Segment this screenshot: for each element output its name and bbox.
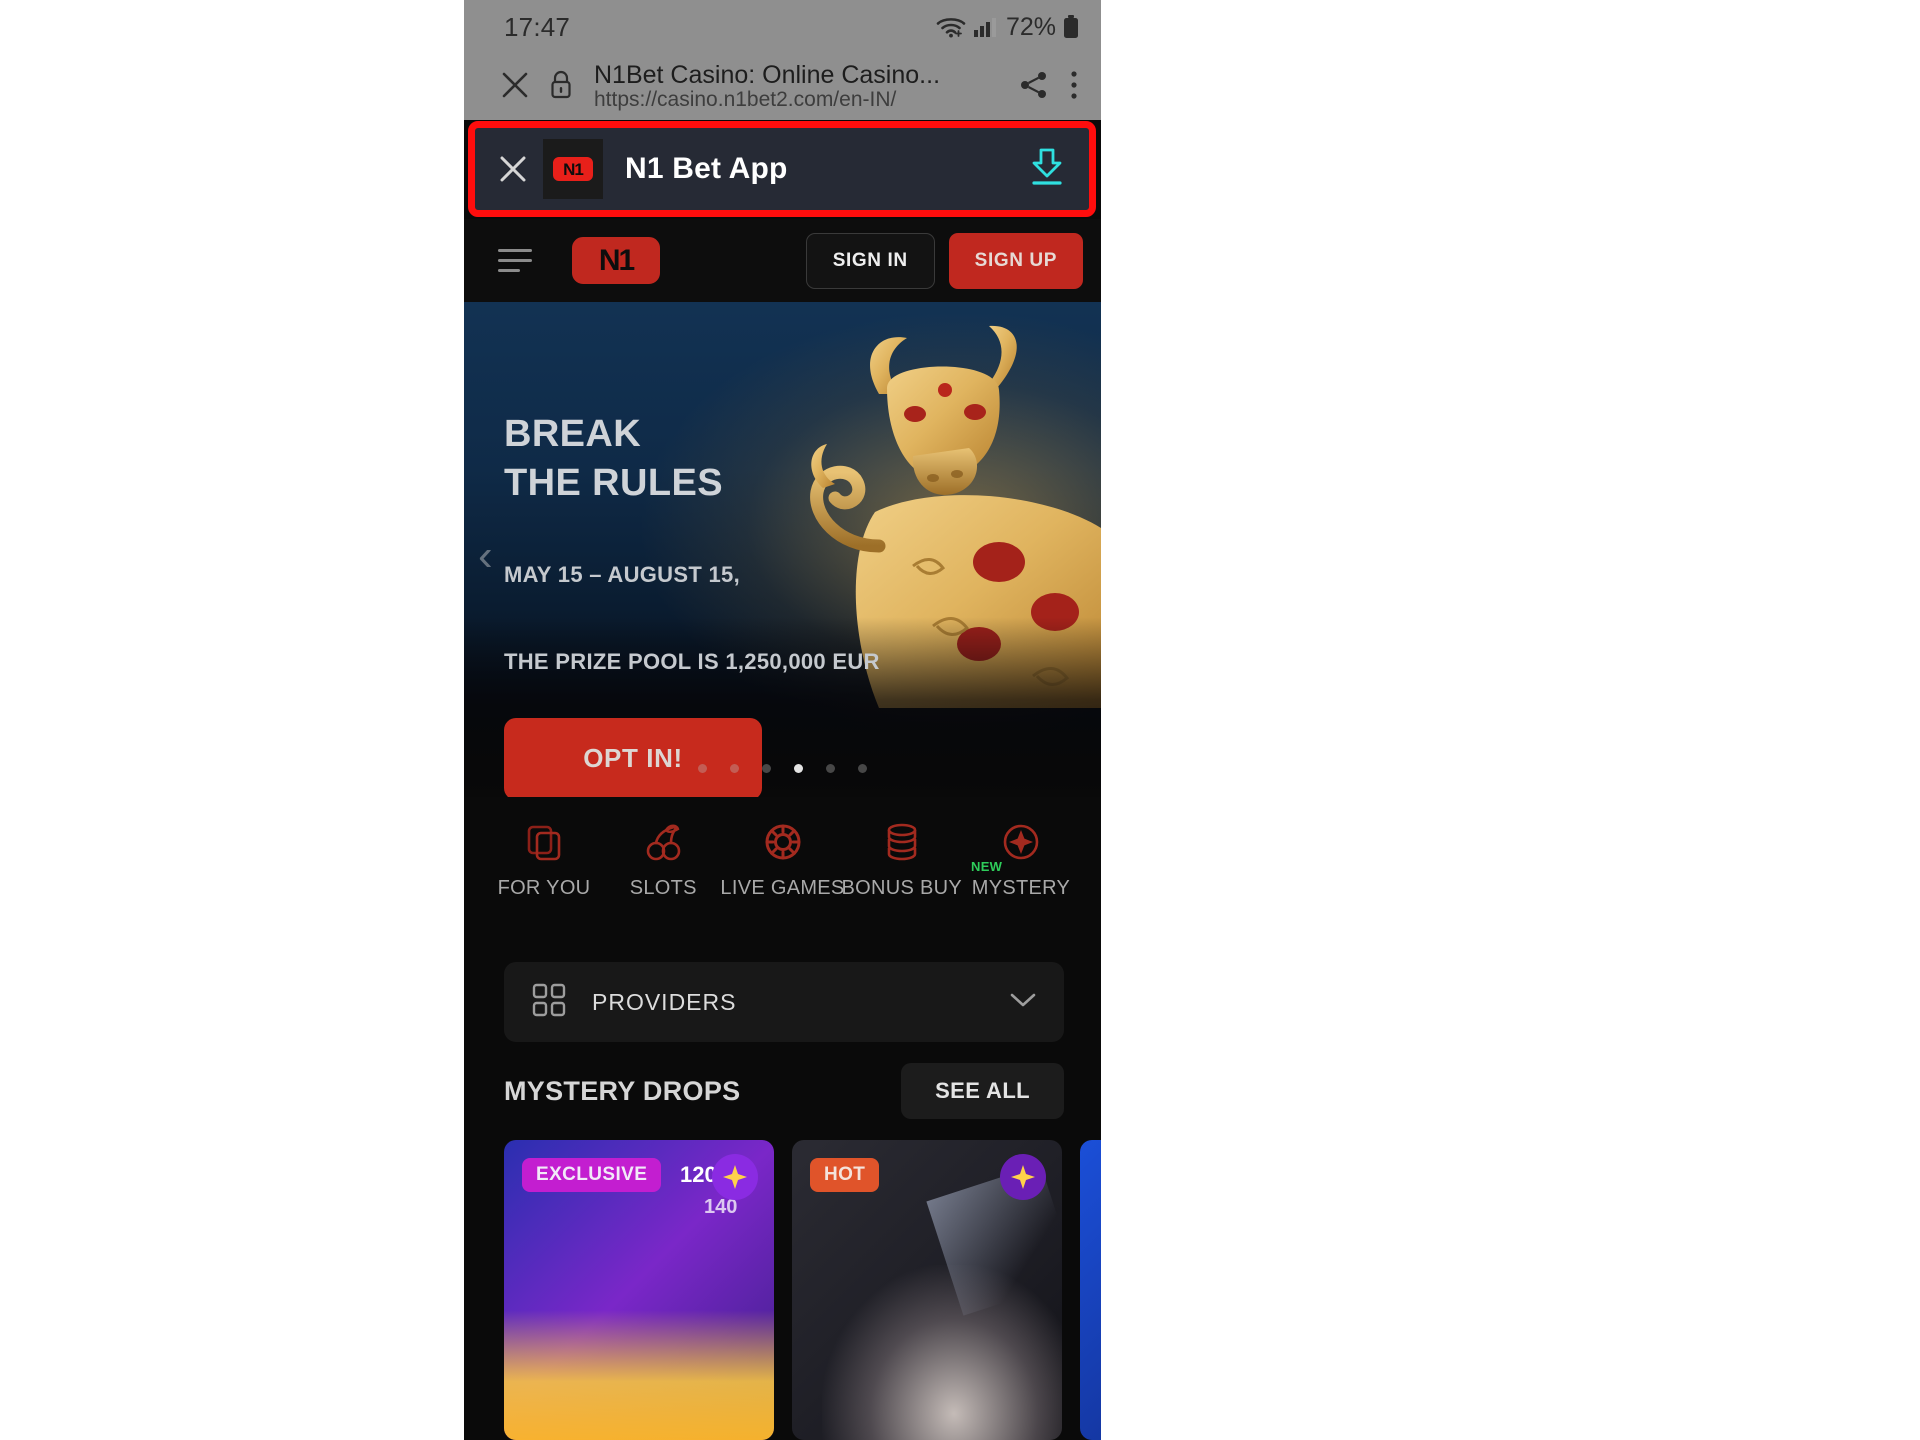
poker-chip-icon xyxy=(762,819,804,865)
screenshot-stage: 17:47 72% N1Bet Casino: Online Casino...… xyxy=(0,0,1920,1440)
sparkle-icon xyxy=(1000,819,1042,865)
hero-copy: BREAK THE RULES MAY 15 – AUGUST 15, THE … xyxy=(504,410,880,797)
app-banner-title: N1 Bet App xyxy=(625,152,788,185)
wifi-icon xyxy=(936,15,966,39)
browser-page-url: https://casino.n1bet2.com/en-IN/ xyxy=(594,88,897,112)
category-nav: FOR YOU SLOTS LIVE GAMES BONUS BUY NEW M… xyxy=(464,797,1101,925)
browser-chrome: 17:47 72% N1Bet Casino: Online Casino...… xyxy=(464,0,1101,120)
hero-heading-line1: BREAK xyxy=(504,413,642,455)
sign-up-button[interactable]: SIGN UP xyxy=(948,232,1083,289)
app-logo-text: N1 xyxy=(553,157,593,181)
cards-stack-icon xyxy=(524,819,564,865)
category-new-badge: NEW xyxy=(971,859,1003,874)
cellular-signal-icon xyxy=(973,16,997,38)
card-badge: HOT xyxy=(810,1158,880,1192)
carousel-dot-active[interactable] xyxy=(794,764,803,773)
carousel-dot[interactable] xyxy=(762,764,771,773)
grid-squares-icon xyxy=(532,983,566,1022)
hamburger-menu-icon[interactable] xyxy=(498,249,532,272)
game-card[interactable] xyxy=(1080,1140,1101,1440)
download-icon[interactable] xyxy=(1027,146,1067,193)
n1-brand-logo[interactable]: N1 xyxy=(572,237,660,284)
mystery-drops-title: MYSTERY DROPS xyxy=(504,1075,741,1106)
banner-close-icon[interactable] xyxy=(491,152,535,186)
header-auth-actions: SIGN IN SIGN UP xyxy=(805,232,1083,289)
app-logo-icon: N1 xyxy=(543,139,603,199)
card-artwork xyxy=(504,1310,774,1440)
hero-subtitle-line1: MAY 15 – AUGUST 15, xyxy=(504,562,740,588)
category-slots[interactable]: SLOTS xyxy=(611,819,715,900)
overflow-menu-icon[interactable] xyxy=(1069,70,1079,105)
carousel-dot[interactable] xyxy=(698,764,707,773)
card-badge: EXCLUSIVE xyxy=(522,1158,662,1192)
carousel-dot[interactable] xyxy=(826,764,835,773)
battery-icon xyxy=(1063,15,1079,39)
share-icon[interactable] xyxy=(1019,70,1049,105)
mystery-drops-card-list: EXCLUSIVE 120 140 HOT xyxy=(504,1140,1101,1440)
category-label: FOR YOU xyxy=(497,877,591,899)
hero-subtitle-line2: THE PRIZE POOL IS 1,250,000 EUR xyxy=(504,648,880,674)
category-live-games[interactable]: LIVE GAMES xyxy=(720,819,844,900)
site-header: N1 SIGN IN SIGN UP xyxy=(464,219,1101,302)
carousel-prev-icon[interactable]: ‹ xyxy=(478,534,493,578)
hero-carousel[interactable]: ‹ BREAK THE RULES MAY 15 – AUGUST 15, TH… xyxy=(464,302,1101,797)
carousel-dots[interactable] xyxy=(464,764,1101,773)
browser-page-title: N1Bet Casino: Online Casino... xyxy=(594,61,941,89)
providers-label: PROVIDERS xyxy=(592,988,737,1015)
sparkle-icon xyxy=(712,1154,758,1200)
url-text-block[interactable]: N1Bet Casino: Online Casino... https://c… xyxy=(594,62,1003,112)
category-label: BONUS BUY xyxy=(841,877,963,899)
sparkle-icon xyxy=(1000,1154,1046,1200)
close-tab-icon[interactable] xyxy=(498,68,532,107)
sign-in-button[interactable]: SIGN IN xyxy=(805,232,935,289)
app-install-banner[interactable]: N1 N1 Bet App xyxy=(475,128,1089,210)
category-mystery[interactable]: NEW MYSTERY xyxy=(969,819,1073,900)
see-all-button[interactable]: SEE ALL xyxy=(901,1063,1064,1119)
phone-viewport: 17:47 72% N1Bet Casino: Online Casino...… xyxy=(464,0,1101,1440)
battery-percent-label: 72% xyxy=(1005,12,1056,41)
status-bar-indicators: 72% xyxy=(936,13,1079,42)
browser-actions xyxy=(1019,70,1087,105)
category-for-you[interactable]: FOR YOU xyxy=(492,819,596,900)
opt-in-button[interactable]: OPT IN! xyxy=(504,717,762,797)
lock-icon xyxy=(548,69,574,106)
browser-url-bar[interactable]: N1Bet Casino: Online Casino... https://c… xyxy=(464,54,1101,120)
game-card[interactable]: HOT xyxy=(792,1140,1062,1440)
carousel-dot[interactable] xyxy=(858,764,867,773)
status-bar: 17:47 72% xyxy=(464,0,1101,54)
category-label: MYSTERY xyxy=(971,877,1071,899)
coins-stack-icon xyxy=(882,819,922,865)
mystery-drops-header: MYSTERY DROPS SEE ALL xyxy=(504,1060,1064,1122)
providers-dropdown[interactable]: PROVIDERS xyxy=(504,962,1064,1042)
cherries-icon xyxy=(643,819,683,865)
status-bar-clock: 17:47 xyxy=(504,11,571,42)
chevron-down-icon[interactable] xyxy=(1010,992,1036,1013)
game-card[interactable]: EXCLUSIVE 120 140 xyxy=(504,1140,774,1440)
carousel-dot[interactable] xyxy=(730,764,739,773)
category-bonus-buy[interactable]: BONUS BUY xyxy=(842,819,962,900)
category-label: LIVE GAMES xyxy=(720,877,845,899)
hero-heading-line2: THE RULES xyxy=(504,461,723,504)
category-label: SLOTS xyxy=(629,877,697,899)
